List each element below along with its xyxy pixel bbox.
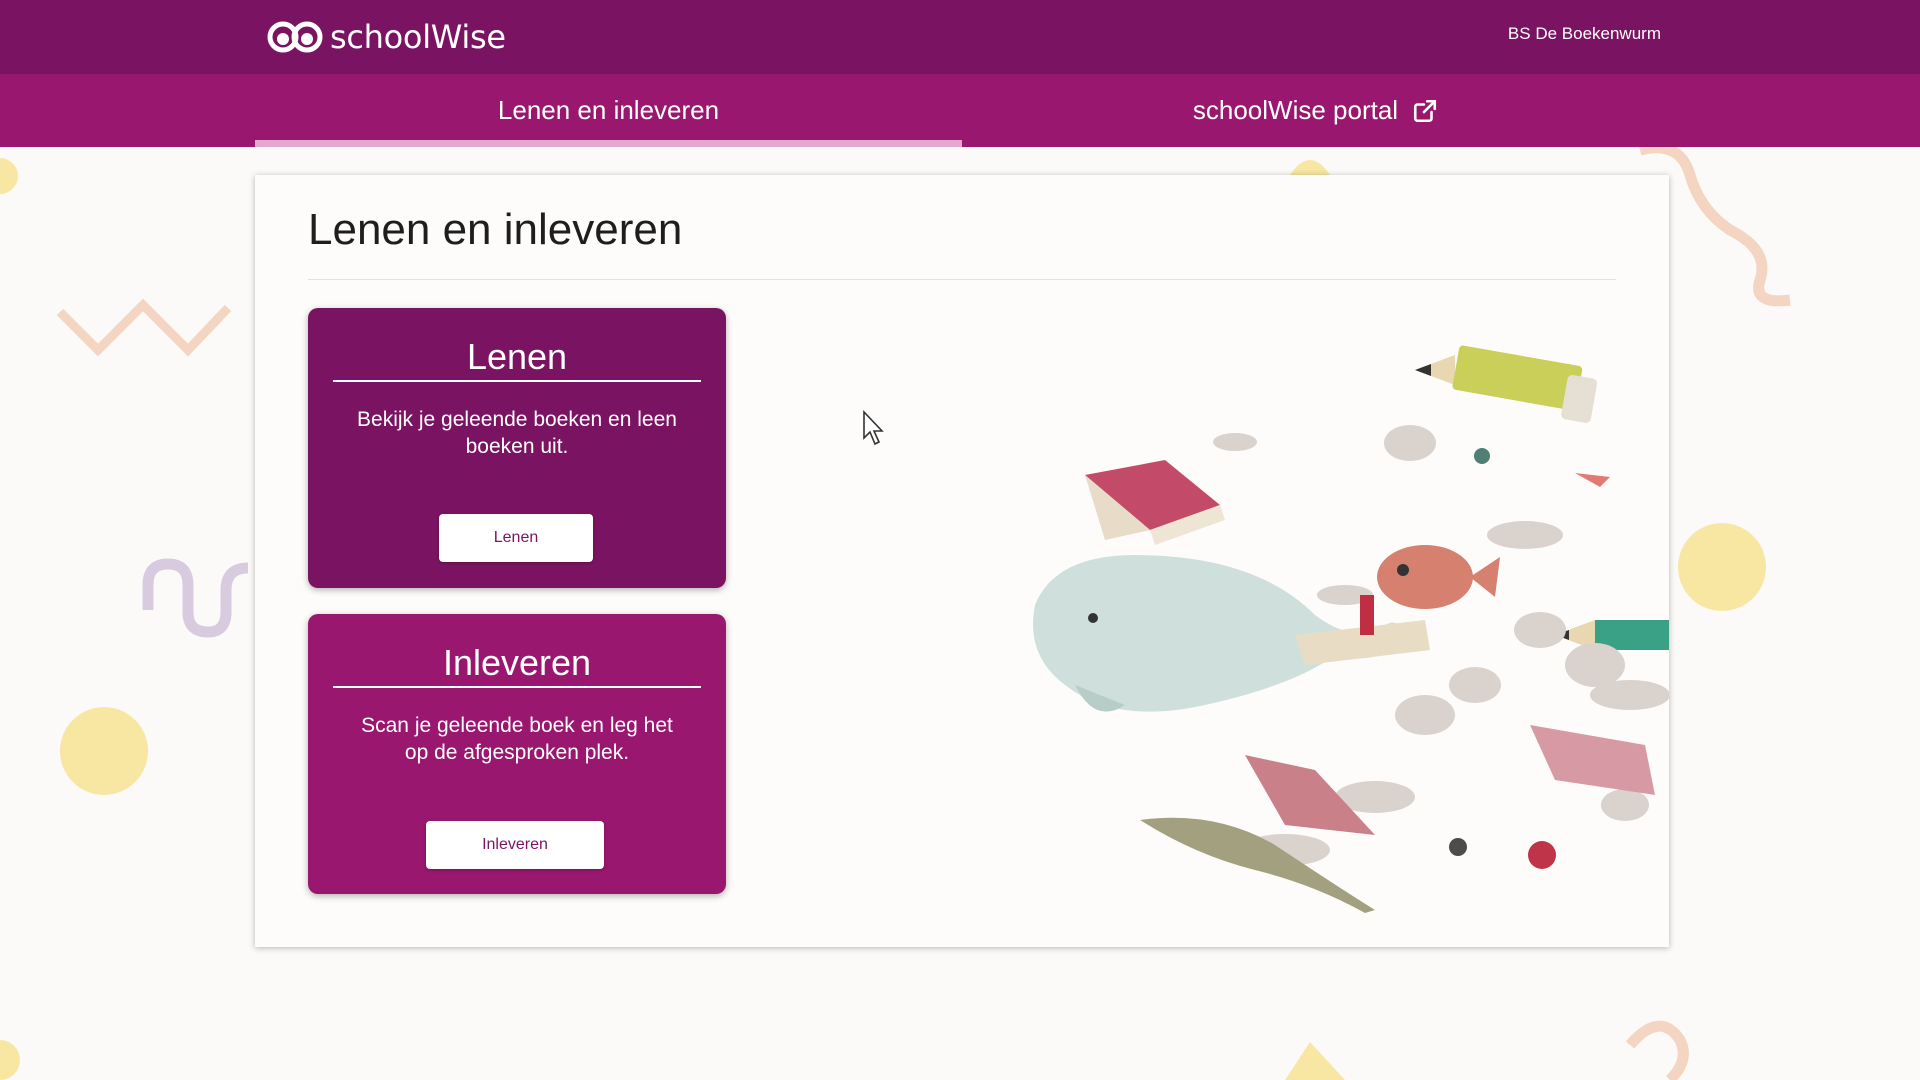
schoolwise-logo-icon [267, 21, 323, 53]
flying-book-shape [1085, 460, 1225, 545]
page-title: Lenen en inleveren [308, 205, 683, 254]
tab-schoolwise-portal[interactable]: schoolWise portal [962, 74, 1669, 147]
main-card: Lenen en inleveren Lenen Bekijk je gelee… [255, 175, 1669, 947]
inleveren-card: Inleveren Scan je geleende boek en leg h… [308, 614, 726, 894]
tab-label: schoolWise portal [1192, 95, 1399, 125]
logo-text: schoolWise [330, 18, 506, 56]
pencil-shape [1415, 345, 1598, 423]
mouse-cursor-icon [863, 410, 884, 446]
school-name: BS De Boekenwurm [1507, 24, 1661, 43]
inleveren-button[interactable]: Inleveren [426, 821, 604, 869]
fish-shape [1377, 545, 1500, 609]
lenen-button[interactable]: Lenen [439, 514, 593, 562]
inleveren-card-description: Scan je geleende boek en leg het op de a… [361, 714, 673, 764]
tab-bar: Lenen en inleveren schoolWise portal [0, 74, 1920, 147]
tab-label: Lenen en inleveren [497, 95, 720, 125]
title-divider [308, 279, 1616, 280]
flying-books-illustration [1033, 345, 1669, 913]
external-link-icon [1414, 99, 1437, 122]
lenen-card-title: Lenen [333, 336, 701, 382]
top-bar: schoolWise BS De Boekenwurm [0, 0, 1920, 74]
tab-lenen-en-inleveren[interactable]: Lenen en inleveren [255, 74, 962, 147]
inleveren-card-title: Inleveren [333, 642, 701, 688]
lenen-card: Lenen Bekijk je geleende boeken en leen … [308, 308, 726, 588]
brand-logo[interactable]: schoolWise [266, 16, 506, 58]
lenen-card-description: Bekijk je geleende boeken en leen boeken… [357, 408, 677, 458]
